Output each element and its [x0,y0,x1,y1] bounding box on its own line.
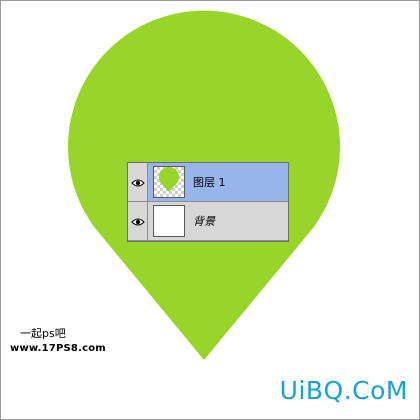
eye-icon [130,212,145,231]
watermark-right: UiBQ.CoM [279,376,408,405]
layers-panel: 图层 1 背景 [127,162,289,242]
visibility-toggle-layer-1[interactable] [128,163,148,201]
layer-name-1: 图层 1 [193,176,226,189]
layer-name-background: 背景 [193,215,215,228]
layer-row-1[interactable]: 图层 1 [128,163,288,202]
eye-icon [130,173,145,192]
watermark-left-line2: www.17PS8.com [10,343,106,354]
watermark-left: 一起ps吧 www.17PS8.com [10,325,106,354]
layer-thumbnail-background [153,205,185,237]
layer-row-background[interactable]: 背景 [128,202,288,241]
watermark-left-line1: 一起ps吧 [20,327,66,340]
visibility-toggle-background[interactable] [128,202,148,240]
layer-thumbnail-1 [153,166,185,198]
green-pin-thumbnail-icon [159,167,179,192]
